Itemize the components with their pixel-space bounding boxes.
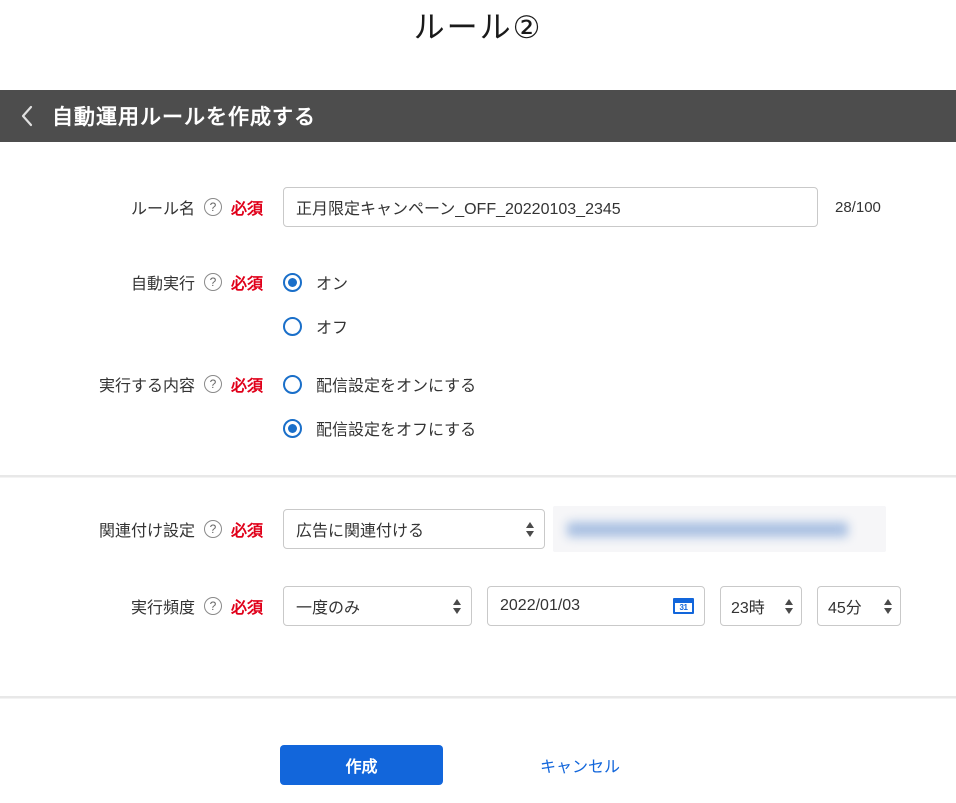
spinner-up-down-icon [453, 599, 461, 614]
rule-name-label: ルール名 [131, 195, 195, 219]
radio-unselected-icon [283, 375, 302, 394]
required-badge: 必須 [231, 372, 263, 396]
auto-execute-label: 自動実行 [131, 270, 195, 294]
required-badge: 必須 [231, 270, 263, 294]
associated-ad-name-redacted [553, 506, 886, 552]
frequency-select-value: 一度のみ [296, 594, 360, 618]
form-row-frequency: 実行頻度 ? 必須 一度のみ 2022/01/03 31 23時 45分 [0, 586, 956, 626]
help-icon[interactable]: ? [204, 375, 222, 393]
cancel-link[interactable]: キャンセル [540, 753, 620, 777]
execute-content-label: 実行する内容 [99, 372, 195, 396]
radio-option-delivery-on[interactable]: 配信設定をオンにする [283, 373, 476, 395]
form-row-auto-execute: 自動実行 ? 必須 オン オフ [0, 271, 956, 337]
spinner-up-down-icon [785, 599, 793, 614]
minute-stepper[interactable]: 45分 [817, 586, 901, 626]
radio-unselected-icon [283, 317, 302, 336]
page-title: ルール② [0, 0, 956, 50]
back-button[interactable] [20, 104, 34, 128]
help-icon[interactable]: ? [204, 597, 222, 615]
section-divider [0, 475, 956, 478]
radio-selected-icon [283, 273, 302, 292]
action-bar: 作成 キャンセル [0, 745, 956, 785]
hour-value: 23時 [731, 594, 765, 618]
radio-label: オフ [316, 314, 348, 338]
date-value: 2022/01/03 [500, 597, 580, 615]
association-select-value: 広告に関連付ける [296, 517, 424, 541]
radio-label: 配信設定をオンにする [316, 372, 476, 396]
help-icon[interactable]: ? [204, 520, 222, 538]
frequency-select[interactable]: 一度のみ [283, 586, 472, 626]
minute-value: 45分 [828, 594, 862, 618]
radio-label: オン [316, 270, 348, 294]
help-icon[interactable]: ? [204, 273, 222, 291]
redacted-blur-bar [567, 522, 848, 537]
spinner-up-down-icon [526, 522, 534, 537]
form-row-rule-name: ルール名 ? 必須 28/100 [0, 187, 956, 227]
header-title: 自動運用ルールを作成する [52, 101, 316, 131]
radio-label: 配信設定をオフにする [316, 416, 476, 440]
spinner-up-down-icon [884, 599, 892, 614]
hour-stepper[interactable]: 23時 [720, 586, 802, 626]
header-bar: 自動運用ルールを作成する [0, 90, 956, 142]
form-row-execute-content: 実行する内容 ? 必須 配信設定をオンにする 配信設定をオフにする [0, 373, 956, 439]
radio-option-on[interactable]: オン [283, 271, 348, 293]
form-row-association: 関連付け設定 ? 必須 広告に関連付ける [0, 506, 956, 552]
frequency-label: 実行頻度 [131, 594, 195, 618]
date-input[interactable]: 2022/01/03 31 [487, 586, 705, 626]
char-counter: 28/100 [835, 199, 881, 216]
radio-option-delivery-off[interactable]: 配信設定をオフにする [283, 417, 476, 439]
rule-name-input[interactable] [283, 187, 818, 227]
calendar-icon[interactable]: 31 [673, 598, 694, 614]
radio-option-off[interactable]: オフ [283, 315, 348, 337]
section-divider [0, 696, 956, 699]
association-label: 関連付け設定 [99, 517, 195, 541]
required-badge: 必須 [231, 195, 263, 219]
radio-selected-icon [283, 419, 302, 438]
calendar-day-text: 31 [680, 603, 688, 612]
create-button[interactable]: 作成 [280, 745, 443, 785]
required-badge: 必須 [231, 594, 263, 618]
association-select[interactable]: 広告に関連付ける [283, 509, 545, 549]
required-badge: 必須 [231, 517, 263, 541]
help-icon[interactable]: ? [204, 198, 222, 216]
back-chevron-icon [20, 104, 34, 128]
